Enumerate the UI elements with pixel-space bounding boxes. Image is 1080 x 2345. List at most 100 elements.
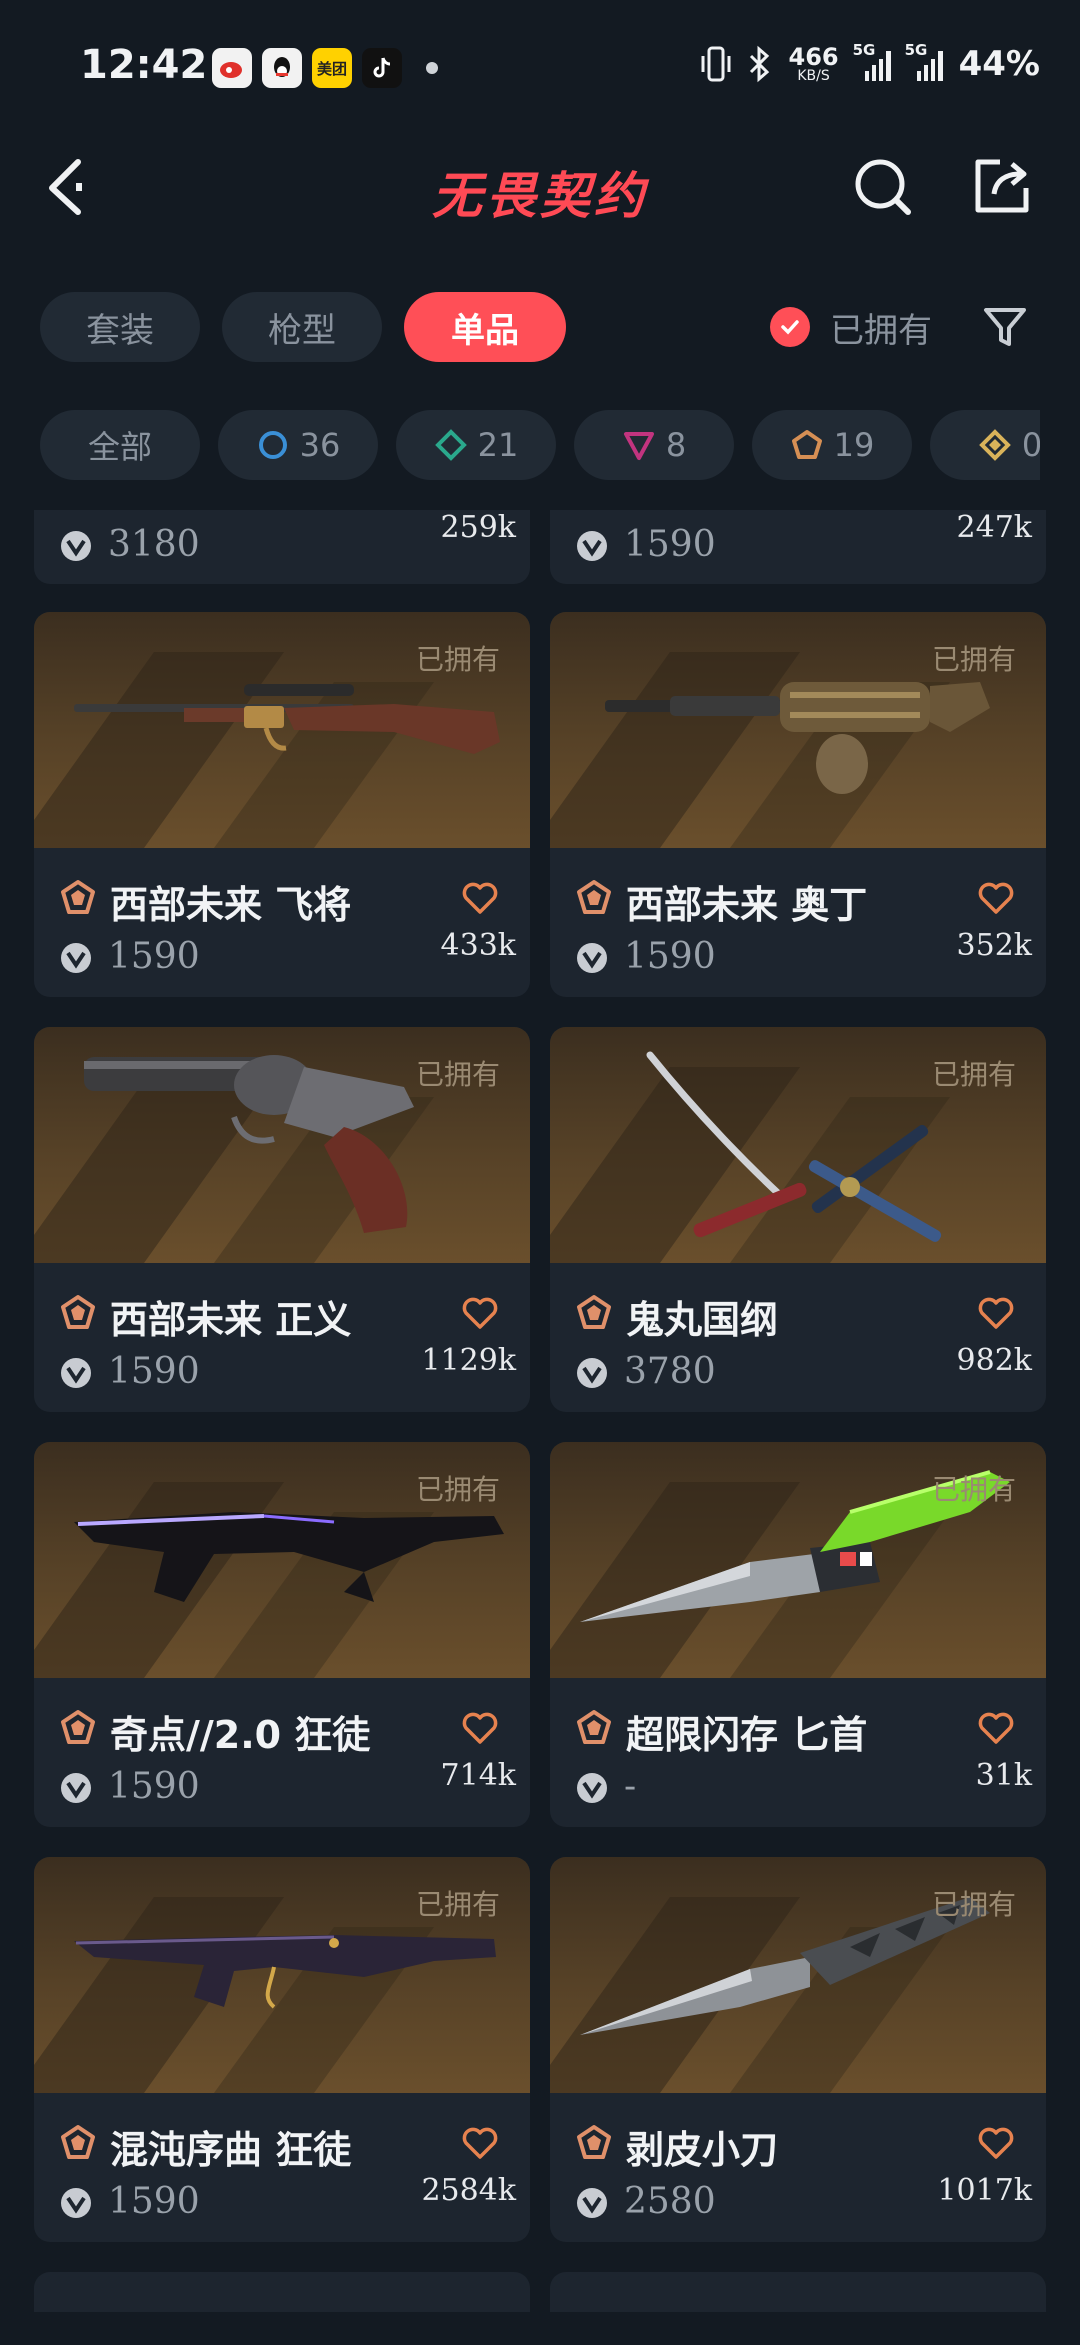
chip-premium-tier[interactable]: 8	[574, 410, 734, 480]
rarity-filter-chips: 全部 36 21 8 19 0	[40, 410, 1040, 480]
tab-weapon-types[interactable]: 枪型	[222, 292, 382, 362]
chip-select-tier[interactable]: 36	[218, 410, 378, 480]
skin-card[interactable]	[34, 2272, 530, 2312]
signal-strength-icon: 5G	[853, 41, 891, 81]
vp-currency-icon	[577, 1358, 607, 1388]
like-count: 259k	[440, 510, 516, 545]
exclusive-tier-icon	[577, 2125, 611, 2159]
owned-filter-label: 已拥有	[830, 310, 932, 351]
share-button[interactable]	[970, 154, 1034, 218]
heart-icon[interactable]	[460, 878, 500, 918]
skin-card[interactable]	[550, 2272, 1046, 2312]
skin-name: 西部未来 奥丁	[626, 883, 868, 927]
premium-tier-icon	[623, 432, 654, 460]
like-count: 2584k	[421, 2173, 516, 2208]
skin-price: -	[624, 1766, 637, 1807]
skin-image: 已拥有	[550, 612, 1046, 848]
status-indicators: 466 KB/S 5G 5G 44%	[701, 41, 1040, 84]
filter-button[interactable]	[980, 302, 1030, 352]
vp-currency-icon	[61, 1773, 91, 1803]
vp-currency-icon	[577, 2188, 607, 2218]
skin-card[interactable]: 已拥有 西部未来 飞将 1590 433k	[34, 612, 530, 997]
skin-price: 1590	[108, 1351, 200, 1392]
heart-icon[interactable]	[976, 1293, 1016, 1333]
app-header: 无畏契约	[0, 130, 1080, 240]
exclusive-tier-icon	[577, 1710, 611, 1744]
chip-deluxe-tier[interactable]: 21	[396, 410, 556, 480]
like-count: 982k	[956, 1343, 1032, 1378]
skin-image: 已拥有	[550, 1027, 1046, 1263]
vp-currency-icon	[61, 531, 91, 561]
more-notifications-dot	[426, 62, 438, 74]
search-button[interactable]	[850, 154, 916, 220]
chip-ultra-tier[interactable]: 0	[930, 410, 1040, 480]
owned-badge: 已拥有	[415, 1888, 500, 1921]
skin-grid: 3180 259k 1590 247k 已拥有 西部未来 飞将 1590 433…	[0, 510, 1080, 2345]
like-count: 714k	[440, 1758, 516, 1793]
signal-strength-icon: 5G	[905, 41, 943, 81]
heart-icon[interactable]	[460, 1293, 500, 1333]
exclusive-tier-icon	[61, 880, 95, 914]
vibrate-icon	[701, 46, 730, 82]
heart-icon[interactable]	[460, 2123, 500, 2163]
vp-currency-icon	[577, 943, 607, 973]
skin-price: 1590	[624, 524, 716, 565]
vp-currency-icon	[61, 1358, 91, 1388]
skin-name: 混沌序曲 狂徒	[110, 2128, 352, 2172]
owned-badge: 已拥有	[931, 1473, 1016, 1506]
skin-card[interactable]: 1590 247k	[550, 510, 1046, 584]
heart-icon[interactable]	[976, 1708, 1016, 1748]
skin-card[interactable]: 3180 259k	[34, 510, 530, 584]
vp-currency-icon	[577, 531, 607, 561]
skin-image: 已拥有	[34, 612, 530, 848]
like-count: 433k	[440, 928, 516, 963]
skin-card[interactable]: 已拥有 超限闪存 匕首 - 31k	[550, 1442, 1046, 1827]
owned-badge: 已拥有	[931, 1888, 1016, 1921]
skin-image: 已拥有	[34, 1027, 530, 1263]
owned-badge: 已拥有	[415, 1473, 500, 1506]
skin-card[interactable]: 已拥有 西部未来 正义 1590 1129k	[34, 1027, 530, 1412]
vp-currency-icon	[577, 1773, 607, 1803]
card-info: 混沌序曲 狂徒 1590 2584k	[34, 2093, 530, 2242]
chip-all[interactable]: 全部	[40, 410, 200, 480]
network-speed: 466 KB/S	[788, 43, 839, 84]
card-info: 西部未来 飞将 1590 433k	[34, 848, 530, 997]
skin-card[interactable]: 已拥有 西部未来 奥丁 1590 352k	[550, 612, 1046, 997]
heart-icon[interactable]	[976, 878, 1016, 918]
skin-card[interactable]: 已拥有 剥皮小刀 2580 1017k	[550, 1857, 1046, 2242]
skin-card[interactable]: 已拥有 鬼丸国纲 3780 982k	[550, 1027, 1046, 1412]
like-count: 31k	[975, 1758, 1032, 1793]
select-tier-icon	[258, 431, 287, 459]
skin-card[interactable]: 已拥有 混沌序曲 狂徒 1590 2584k	[34, 1857, 530, 2242]
like-count: 1129k	[421, 1343, 516, 1378]
tab-items[interactable]: 单品	[404, 292, 566, 362]
card-info: 奇点//2.0 狂徒 1590 714k	[34, 1678, 530, 1827]
notification-icons: 美团	[212, 48, 438, 88]
card-info: 超限闪存 匕首 - 31k	[550, 1678, 1046, 1827]
skin-price: 1590	[108, 1766, 200, 1807]
meituan-app-icon: 美团	[312, 48, 352, 88]
heart-icon[interactable]	[460, 1708, 500, 1748]
deluxe-tier-icon	[434, 429, 467, 461]
skin-card[interactable]: 已拥有 奇点//2.0 狂徒 1590 714k	[34, 1442, 530, 1827]
skin-price: 1590	[108, 2181, 200, 2222]
battery-level: 44%	[958, 44, 1040, 84]
like-count: 1017k	[937, 2173, 1032, 2208]
like-count: 352k	[956, 928, 1032, 963]
chip-exclusive-tier[interactable]: 19	[752, 410, 912, 480]
exclusive-tier-icon	[791, 430, 822, 459]
owned-badge: 已拥有	[931, 1058, 1016, 1091]
status-time: 12:42	[80, 42, 208, 88]
exclusive-tier-icon	[61, 2125, 95, 2159]
page-title: 无畏契约	[432, 167, 648, 225]
card-info: 鬼丸国纲 3780 982k	[550, 1263, 1046, 1412]
checkmark-icon	[770, 307, 810, 347]
owned-filter-toggle[interactable]: 已拥有	[770, 292, 932, 362]
skin-price: 3180	[108, 524, 200, 565]
card-info: 西部未来 正义 1590 1129k	[34, 1263, 530, 1412]
tab-bundles[interactable]: 套装	[40, 292, 200, 362]
tiktok-app-icon	[362, 48, 402, 88]
ultra-tier-icon	[978, 429, 1011, 461]
heart-icon[interactable]	[976, 2123, 1016, 2163]
skin-name: 西部未来 飞将	[110, 883, 352, 927]
